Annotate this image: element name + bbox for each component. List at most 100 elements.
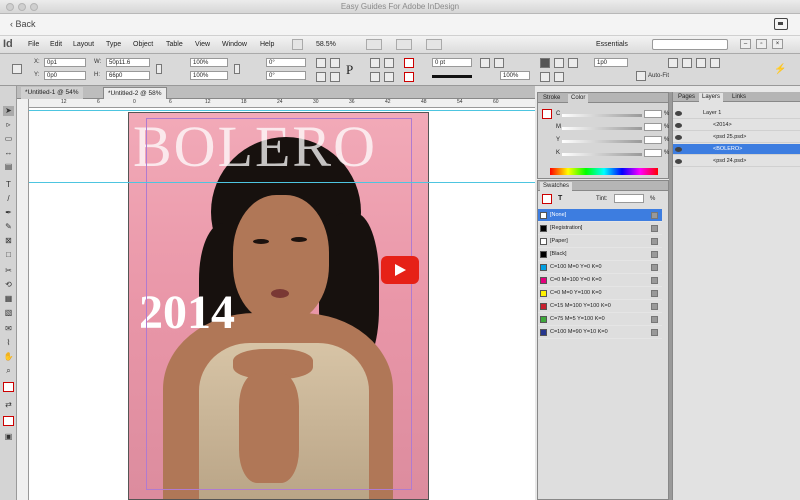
opacity-field[interactable]: 100%	[500, 71, 530, 80]
close-icon[interactable]: ×	[772, 39, 783, 49]
scale-y-field[interactable]: 100%	[190, 71, 228, 80]
scale-x-field[interactable]: 100%	[190, 58, 228, 67]
ruler-guide[interactable]	[29, 182, 535, 183]
menu-object[interactable]: Object	[133, 41, 153, 48]
visibility-eye-icon[interactable]	[675, 159, 682, 164]
rotation-field[interactable]: 0°	[266, 58, 306, 67]
swatch-item[interactable]: C=100 M=0 Y=0 K=0	[538, 261, 662, 274]
wrap-bounding-icon[interactable]	[554, 58, 564, 68]
swatch-item[interactable]: [Registration]	[538, 222, 662, 235]
help-search-input[interactable]	[652, 39, 728, 50]
flip-h-icon[interactable]	[316, 72, 326, 82]
auto-fit-checkbox[interactable]	[636, 71, 646, 81]
content-collector-icon[interactable]: ▤	[3, 162, 14, 172]
line-tool-icon[interactable]: /	[3, 194, 14, 204]
text-wrap-none-icon[interactable]	[540, 58, 550, 68]
screen-mode-tool-icon[interactable]: ▣	[3, 432, 14, 442]
tab-stroke[interactable]: Stroke	[540, 94, 563, 103]
center-content-icon[interactable]	[696, 58, 706, 68]
tab-layers[interactable]: Layers	[699, 93, 724, 102]
menu-table[interactable]: Table	[166, 41, 183, 48]
select-next-icon[interactable]	[384, 72, 394, 82]
ruler-guide[interactable]	[29, 110, 535, 111]
gradient-swatch-tool-icon[interactable]: ▦	[3, 294, 14, 304]
direct-selection-tool-icon[interactable]: ▹	[3, 120, 14, 130]
select-content-icon[interactable]	[384, 58, 394, 68]
restore-icon[interactable]: ▫	[756, 39, 767, 49]
pen-tool-icon[interactable]: ✒	[3, 208, 14, 218]
gradient-feather-tool-icon[interactable]: ▧	[3, 308, 14, 318]
visibility-eye-icon[interactable]	[675, 135, 682, 140]
x-field[interactable]: 0p1	[44, 58, 86, 67]
tab-untitled-1[interactable]: *Untitled-1 @ 54%	[21, 87, 83, 99]
bridge-icon[interactable]	[292, 39, 303, 50]
fill-swatch-icon[interactable]	[404, 58, 414, 68]
flip-v-icon[interactable]	[330, 72, 340, 82]
cyan-slider[interactable]	[562, 114, 642, 117]
wrap-jump-icon[interactable]	[540, 72, 550, 82]
rectangle-tool-icon[interactable]: □	[3, 250, 14, 260]
zoom-tool-icon[interactable]: ⌕	[3, 366, 14, 376]
type-tool-icon[interactable]: T	[3, 180, 14, 190]
back-button[interactable]: ‹ Back	[10, 19, 36, 29]
stroke-type-dropdown[interactable]	[432, 75, 472, 78]
magenta-slider[interactable]	[562, 127, 642, 130]
layer-item[interactable]: <psd 25.psd>	[673, 132, 800, 143]
wrap-next-icon[interactable]	[554, 72, 564, 82]
swatch-item[interactable]: C=75 M=5 Y=100 K=0	[538, 313, 662, 326]
color-spectrum[interactable]	[550, 168, 658, 175]
tab-swatches[interactable]: Swatches	[540, 182, 573, 191]
menu-file[interactable]: File	[28, 41, 39, 48]
cyan-field[interactable]	[644, 110, 662, 118]
apply-none-icon[interactable]	[3, 416, 14, 426]
stroke-swatch-icon[interactable]	[404, 72, 414, 82]
fit-content-icon[interactable]	[668, 58, 678, 68]
layer-item[interactable]: Layer 1	[673, 108, 800, 119]
eyedropper-tool-icon[interactable]: ⌇	[3, 338, 14, 348]
swatch-item[interactable]: C=100 M=90 Y=10 K=0	[538, 326, 662, 339]
yellow-field[interactable]	[644, 136, 662, 144]
tab-links[interactable]: Links	[729, 93, 749, 102]
visibility-eye-icon[interactable]	[675, 123, 682, 128]
black-slider[interactable]	[562, 153, 642, 156]
fill-frame-icon[interactable]	[710, 58, 720, 68]
fill-stroke-icon[interactable]	[3, 382, 14, 392]
scale-lock-icon[interactable]	[234, 64, 240, 74]
quick-apply-icon[interactable]: ⚡	[774, 64, 786, 75]
rectangle-frame-tool-icon[interactable]: ⊠	[3, 236, 14, 246]
pencil-tool-icon[interactable]: ✎	[3, 222, 14, 232]
height-field[interactable]: 66p0	[106, 71, 150, 80]
drop-shadow-icon[interactable]	[480, 58, 490, 68]
fit-frame-icon[interactable]	[682, 58, 692, 68]
yellow-slider[interactable]	[562, 140, 642, 143]
layer-item[interactable]: <2014>	[673, 120, 800, 131]
layer-item[interactable]: <BOLERO>	[673, 144, 800, 155]
menu-help[interactable]: Help	[260, 41, 274, 48]
stroke-weight-field[interactable]: 0 pt	[432, 58, 472, 67]
wrap-shape-icon[interactable]	[568, 58, 578, 68]
rotate-cw-icon[interactable]	[316, 58, 326, 68]
swatch-item[interactable]: [None]	[538, 209, 662, 222]
color-fill-icon[interactable]	[542, 109, 552, 119]
swatch-text-icon[interactable]: T	[558, 195, 562, 202]
tab-pages[interactable]: Pages	[675, 93, 698, 102]
tab-untitled-2[interactable]: *Untitled-2 @ 58%	[103, 87, 167, 99]
menu-window[interactable]: Window	[222, 41, 247, 48]
fullscreen-icon[interactable]	[774, 18, 788, 30]
video-play-button[interactable]	[381, 256, 419, 284]
page-tool-icon[interactable]: ▭	[3, 134, 14, 144]
swatch-item[interactable]: C=0 M=100 Y=0 K=0	[538, 274, 662, 287]
zoom-level[interactable]: 58.5%	[316, 41, 336, 48]
width-field[interactable]: 50p11.6	[106, 58, 150, 67]
minimize-icon[interactable]: –	[740, 39, 751, 49]
workspace-switcher[interactable]: Essentials	[596, 41, 628, 48]
note-tool-icon[interactable]: ✉	[3, 324, 14, 334]
tint-field[interactable]	[614, 194, 644, 203]
swatch-item[interactable]: C=0 M=0 Y=100 K=0	[538, 287, 662, 300]
visibility-eye-icon[interactable]	[675, 147, 682, 152]
black-field[interactable]	[644, 149, 662, 157]
screen-mode-icon[interactable]	[396, 39, 412, 50]
swap-fill-stroke-icon[interactable]: ⇄	[3, 400, 14, 410]
view-options-icon[interactable]	[366, 39, 382, 50]
layer-item[interactable]: <psd 24.psd>	[673, 156, 800, 167]
